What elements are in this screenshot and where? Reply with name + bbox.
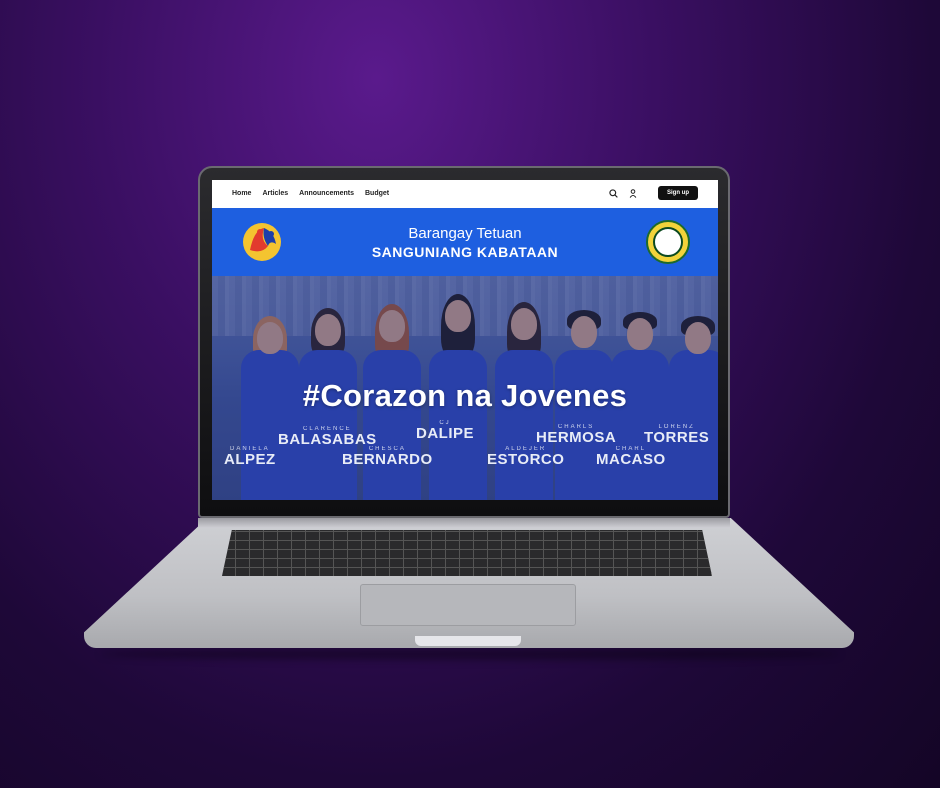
member-last-name: BERNARDO bbox=[342, 451, 433, 468]
member-name-1: DANIELA ALPEZ bbox=[224, 446, 276, 467]
member-first-name: CJ bbox=[439, 420, 451, 426]
signup-button[interactable]: Sign up bbox=[658, 186, 698, 200]
hero-section: #Corazon na Jovenes DANIELA ALPEZ CLAREN… bbox=[212, 276, 718, 500]
laptop-screen: Home Articles Announcements Budget Sign … bbox=[212, 180, 718, 500]
top-nav: Home Articles Announcements Budget Sign … bbox=[212, 180, 718, 206]
laptop-lid: Home Articles Announcements Budget Sign … bbox=[198, 166, 730, 518]
nav-links: Home Articles Announcements Budget bbox=[232, 190, 389, 197]
member-last-name: DALIPE bbox=[416, 425, 475, 442]
member-first-name: CLARENCE bbox=[302, 426, 352, 432]
member-last-name: BALASABAS bbox=[278, 431, 377, 448]
member-name-6: CHARLS HERMOSA bbox=[536, 424, 616, 445]
member-last-name: TORRES bbox=[644, 429, 710, 446]
banner-titles: Barangay Tetuan SANGUNIANG KABATAAN bbox=[372, 225, 558, 260]
member-first-name: CHARLS bbox=[557, 424, 595, 430]
barangay-seal bbox=[646, 220, 690, 264]
laptop-trackpad bbox=[360, 584, 576, 626]
laptop-notch bbox=[415, 636, 521, 646]
laptop-keyboard bbox=[222, 530, 712, 576]
organization-name: SANGUNIANG KABATAAN bbox=[371, 243, 559, 260]
nav-actions: Sign up bbox=[608, 186, 698, 200]
user-icon[interactable] bbox=[628, 188, 638, 198]
member-name-2: CLARENCE BALASABAS bbox=[278, 426, 377, 447]
member-last-name: HERMOSA bbox=[536, 429, 617, 446]
member-name-3: CHESCA BERNARDO bbox=[342, 446, 433, 467]
member-name-8: LORENZ TORRES bbox=[644, 424, 709, 445]
sk-logo bbox=[240, 220, 284, 264]
nav-articles[interactable]: Articles bbox=[262, 190, 288, 197]
search-icon[interactable] bbox=[608, 188, 618, 198]
hero-title: #Corazon na Jovenes bbox=[302, 378, 628, 413]
member-first-name: DANIELA bbox=[229, 446, 270, 452]
member-last-name: ESTORCO bbox=[487, 451, 565, 468]
seal-center bbox=[653, 227, 683, 257]
member-name-5: ALDEJER ESTORCO bbox=[487, 446, 564, 467]
member-last-name: MACASO bbox=[596, 451, 666, 468]
laptop-hinge bbox=[198, 518, 730, 528]
member-first-name: ALDEJER bbox=[505, 446, 547, 452]
member-name-4: CJ DALIPE bbox=[416, 420, 474, 441]
nav-announcements[interactable]: Announcements bbox=[299, 190, 354, 197]
member-last-name: ALPEZ bbox=[224, 451, 276, 468]
member-name-7: CHARL MACASO bbox=[596, 446, 666, 467]
member-first-name: LORENZ bbox=[658, 424, 695, 430]
nav-home[interactable]: Home bbox=[232, 190, 251, 197]
member-first-name: CHARL bbox=[615, 446, 646, 452]
member-first-name: CHESCA bbox=[368, 446, 406, 452]
nav-budget[interactable]: Budget bbox=[365, 190, 389, 197]
laptop-shadow bbox=[100, 648, 840, 660]
barangay-name: Barangay Tetuan bbox=[408, 224, 522, 242]
header-banner: Barangay Tetuan SANGUNIANG KABATAAN bbox=[212, 208, 718, 276]
